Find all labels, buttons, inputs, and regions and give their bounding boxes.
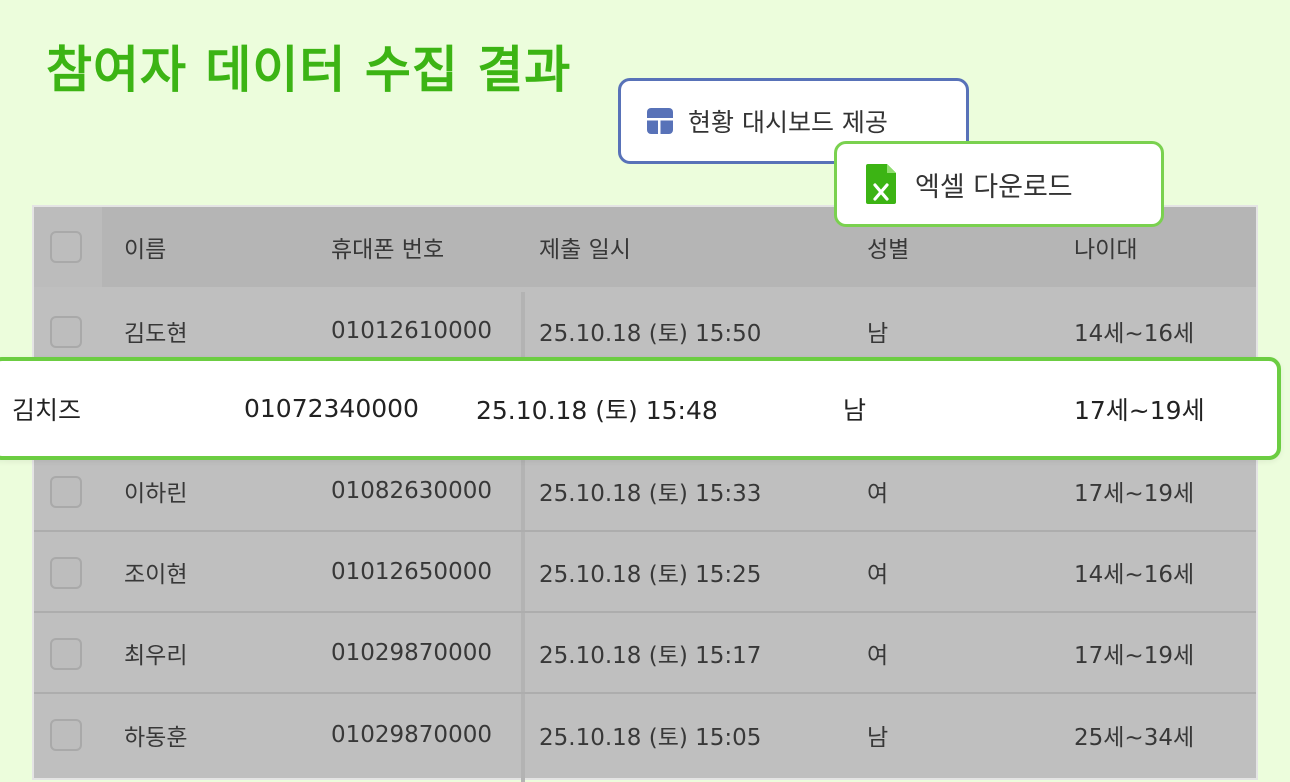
cell-submitted: 25.10.18 (토) 15:05 <box>539 725 762 751</box>
table-row[interactable]: 이하린 01082630000 25.10.18 (토) 15:33 여 17세… <box>34 452 1256 532</box>
row-checkbox[interactable] <box>50 316 82 348</box>
cell-name: 하동훈 <box>124 725 188 751</box>
cell-submitted: 25.10.18 (토) 15:33 <box>539 481 762 507</box>
cell-age: 25세~34세 <box>1074 725 1195 751</box>
header-name[interactable]: 이름 <box>124 207 166 287</box>
cell-gender: 남 <box>867 725 889 751</box>
highlighted-row[interactable]: 김치즈 01072340000 25.10.18 (토) 15:48 남 17세… <box>0 357 1281 460</box>
cell-name: 조이현 <box>124 562 188 588</box>
dashboard-label: 현황 대시보드 제공 <box>688 108 888 137</box>
excel-label: 엑셀 다운로드 <box>915 171 1073 203</box>
cell-phone: 01072340000 <box>244 394 419 423</box>
cell-age: 14세~16세 <box>1074 562 1195 588</box>
cell-gender: 여 <box>867 562 889 588</box>
row-checkbox[interactable] <box>50 557 82 589</box>
cell-name: 이하린 <box>124 481 188 507</box>
table-row[interactable]: 최우리 01029870000 25.10.18 (토) 15:17 여 17세… <box>34 614 1256 694</box>
cell-submitted: 25.10.18 (토) 15:17 <box>539 643 762 669</box>
cell-name: 최우리 <box>124 643 188 669</box>
cell-phone: 01029870000 <box>331 722 492 748</box>
header-phone[interactable]: 휴대폰 번호 <box>331 207 444 287</box>
participant-table: 이름 휴대폰 번호 제출 일시 성별 나이대 김도현 01012610000 2… <box>32 205 1258 782</box>
header-submitted[interactable]: 제출 일시 <box>539 207 631 287</box>
cell-phone: 01082630000 <box>331 478 492 504</box>
cell-phone: 01012650000 <box>331 559 492 585</box>
table-row[interactable]: 하동훈 01029870000 25.10.18 (토) 15:05 남 25세… <box>34 695 1256 775</box>
dashboard-layout-icon <box>647 108 673 134</box>
cell-phone: 01029870000 <box>331 640 492 666</box>
cell-age: 17세~19세 <box>1074 481 1195 507</box>
row-checkbox[interactable] <box>50 638 82 670</box>
cell-submitted: 25.10.18 (토) 15:25 <box>539 562 762 588</box>
cell-gender: 여 <box>867 643 889 669</box>
row-checkbox[interactable] <box>50 476 82 508</box>
cell-age: 17세~19세 <box>1074 643 1195 669</box>
cell-gender: 남 <box>843 395 867 425</box>
table-row[interactable]: 조이현 01012650000 25.10.18 (토) 15:25 여 14세… <box>34 533 1256 613</box>
page-title: 참여자 데이터 수집 결과 <box>46 41 572 99</box>
cell-name: 김치즈 <box>12 395 82 425</box>
excel-file-icon <box>866 164 896 204</box>
cell-submitted: 25.10.18 (토) 15:48 <box>476 395 718 425</box>
select-all-checkbox[interactable] <box>50 231 82 263</box>
row-checkbox[interactable] <box>50 719 82 751</box>
cell-age: 17세~19세 <box>1074 395 1205 425</box>
excel-download-button[interactable]: 엑셀 다운로드 <box>834 141 1164 227</box>
cell-gender: 여 <box>867 481 889 507</box>
